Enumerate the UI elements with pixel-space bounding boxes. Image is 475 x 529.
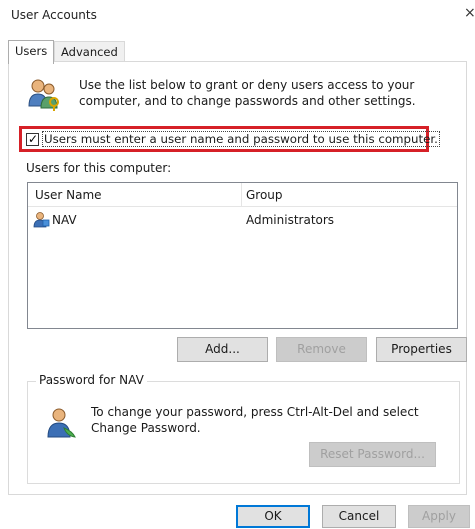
tab-users[interactable]: Users <box>8 40 55 64</box>
user-name-cell: NAV <box>52 213 77 227</box>
password-group-title: Password for NAV <box>36 373 147 387</box>
list-header: User Name Group <box>28 183 457 207</box>
user-icon <box>33 211 50 231</box>
cancel-button[interactable]: Cancel <box>322 505 396 528</box>
require-login-highlight: ✓ Users must enter a user name and passw… <box>19 126 440 152</box>
checkmark-icon: ✓ <box>28 132 39 146</box>
column-header-group[interactable]: Group <box>246 188 283 202</box>
remove-button[interactable]: Remove <box>276 337 367 362</box>
password-help-text: To change your password, press Ctrl-Alt-… <box>91 405 419 435</box>
tab-advanced[interactable]: Advanced <box>54 41 125 63</box>
title-bar: User Accounts × <box>0 0 475 30</box>
column-divider[interactable] <box>241 183 242 207</box>
intro-text: Use the list below to grant or deny user… <box>79 78 416 108</box>
table-row[interactable]: NAV Administrators <box>28 211 457 229</box>
add-button[interactable]: Add... <box>177 337 268 362</box>
require-login-label[interactable]: Users must enter a user name and passwor… <box>42 131 440 147</box>
properties-button[interactable]: Properties <box>376 337 467 362</box>
password-groupbox: Password for NAV To change your password… <box>27 373 460 484</box>
apply-button[interactable]: Apply <box>408 505 470 528</box>
reset-password-button[interactable]: Reset Password... <box>309 442 436 467</box>
close-icon[interactable]: × <box>464 5 475 21</box>
column-header-user-name[interactable]: User Name <box>35 188 102 202</box>
users-keys-icon <box>26 76 62 115</box>
window-title: User Accounts <box>11 8 97 22</box>
users-listview[interactable]: User Name Group NAV Administrators <box>27 182 458 329</box>
group-cell: Administrators <box>246 213 335 227</box>
user-password-icon <box>45 406 79 443</box>
ok-button[interactable]: OK <box>236 505 310 528</box>
users-list-label: Users for this computer: <box>26 161 172 175</box>
users-tab-panel: Use the list below to grant or deny user… <box>8 61 467 495</box>
require-login-checkbox[interactable]: ✓ <box>26 132 39 146</box>
